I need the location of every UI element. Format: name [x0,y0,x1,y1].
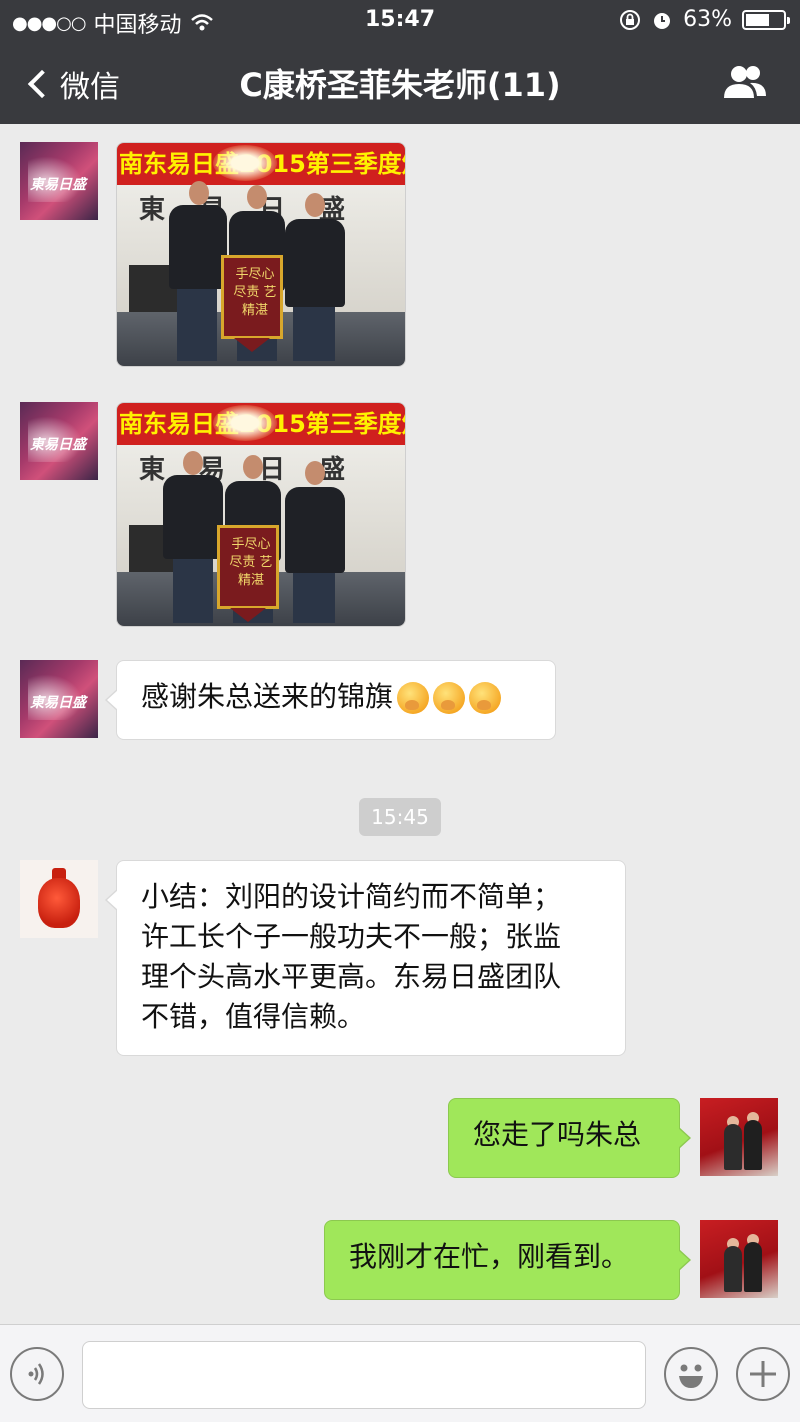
message-timestamp: 15:45 [359,798,441,836]
avatar[interactable] [700,1220,778,1298]
chat-title: C康桥圣菲朱老师(11) [239,66,561,104]
voice-icon [28,1363,44,1385]
emoji-icon [469,682,502,714]
image-message[interactable]: 東易日盛 南东易日盛2015第三季度颁奖盛典 手尽心尽责 艺精湛 [116,142,406,367]
pennant: 手尽心尽责 艺精湛 [221,255,283,352]
message-text: 我刚才在忙，刚看到。 [349,1240,630,1273]
emoji-icon [433,682,466,714]
group-members-icon[interactable] [720,64,768,100]
message-line: 不错，值得信赖。 [141,1000,366,1033]
chat-area[interactable]: 東易日盛 東易日盛 南东易日盛2015第三季度颁奖盛典 手尽心尽责 艺精湛 東易… [0,124,800,1324]
message-line: 许工长个子一般功夫不一般；张监 [141,920,562,953]
message-text: 您走了吗朱总 [473,1118,642,1151]
message-line: 小结：刘阳的设计简约而不简单； [141,880,562,913]
avatar-logo-text: 東易日盛 [30,695,86,711]
more-button[interactable] [736,1347,790,1401]
image-message[interactable]: 東易日盛 南东易日盛2015第三季度颁奖盛典 手尽心尽责 艺精湛 [116,402,406,627]
nav-bar: 微信 C康桥圣菲朱老师(11) [0,40,800,124]
battery-percent: 63% [683,7,732,32]
avatar[interactable] [20,860,98,938]
avatar[interactable] [700,1098,778,1176]
vase-avatar-graphic [38,878,80,928]
incoming-message-bubble[interactable]: 小结：刘阳的设计简约而不简单； 许工长个子一般功夫不一般；张监 理个头高水平更高… [105,860,626,1056]
avatar[interactable]: 東易日盛 [20,142,98,220]
avatar-logo-text: 東易日盛 [30,177,86,193]
emoji-icon [679,1364,703,1388]
status-bar: ●●●○○ 中国移动 15:47 63% [0,0,800,40]
alarm-icon [654,12,671,29]
battery-icon [742,9,790,30]
outgoing-message-bubble[interactable]: 我刚才在忙，刚看到。 [324,1220,691,1300]
emoji-icon [397,682,430,714]
incoming-message-bubble[interactable]: 感谢朱总送来的锦旗 [105,660,556,740]
battery-fill [746,13,769,26]
input-bar [0,1324,800,1422]
orientation-lock-icon [620,9,641,30]
outgoing-message-bubble[interactable]: 您走了吗朱总 [448,1098,691,1178]
message-input[interactable] [82,1341,646,1409]
message-line: 理个头高水平更高。东易日盛团队 [141,960,562,993]
avatar[interactable]: 東易日盛 [20,402,98,480]
avatar[interactable]: 東易日盛 [20,660,98,738]
pennant: 手尽心尽责 艺精湛 [217,525,279,622]
voice-button[interactable] [10,1347,64,1401]
top-bar: ●●●○○ 中国移动 15:47 63% 微信 C康桥圣菲朱老师(11) [0,0,800,124]
avatar-logo-text: 東易日盛 [30,437,86,453]
emoji-button[interactable] [664,1347,718,1401]
message-text: 感谢朱总送来的锦旗 [141,680,394,713]
plus-icon [750,1361,776,1387]
